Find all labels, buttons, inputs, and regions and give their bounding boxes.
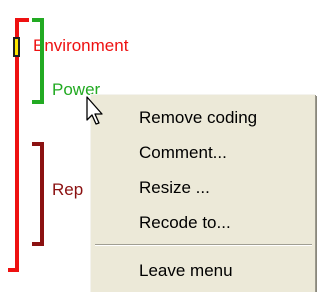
menu-item-resize[interactable]: Resize ... — [91, 173, 314, 203]
power-bracket-top — [32, 18, 44, 22]
environment-bracket-top — [15, 18, 29, 22]
menu-item-remove-coding[interactable]: Remove coding — [91, 103, 314, 133]
power-bracket-bottom — [32, 100, 44, 104]
code-label-rep[interactable]: Rep — [52, 180, 83, 200]
code-label-environment[interactable]: Environment — [33, 36, 128, 56]
menu-item-comment[interactable]: Comment... — [91, 138, 314, 168]
rep-bracket-bottom — [32, 242, 44, 246]
menu-separator — [95, 244, 312, 246]
rep-bracket-line[interactable] — [40, 142, 44, 246]
context-menu: Remove coding Comment... Resize ... Reco… — [90, 94, 315, 292]
mouse-pointer-icon — [86, 96, 103, 125]
rep-bracket-top — [32, 142, 44, 146]
resize-handle[interactable] — [13, 37, 20, 57]
environment-bracket-bottom — [8, 268, 19, 272]
menu-item-leave-menu[interactable]: Leave menu — [91, 256, 314, 286]
power-bracket-line[interactable] — [40, 18, 44, 104]
menu-item-recode-to[interactable]: Recode to... — [91, 208, 314, 238]
